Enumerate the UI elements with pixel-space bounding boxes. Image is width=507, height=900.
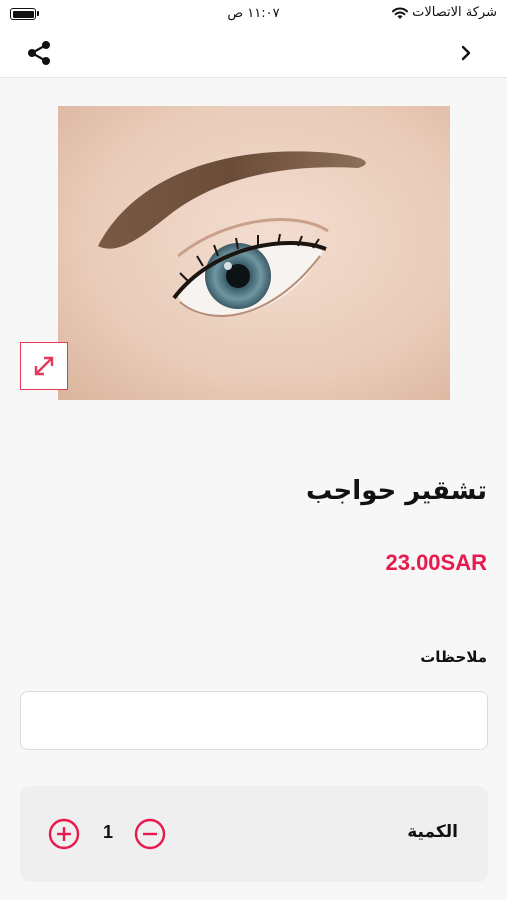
carrier-name: شركة الاتصالات	[412, 5, 497, 20]
share-icon[interactable]	[26, 39, 54, 67]
notes-input[interactable]	[20, 691, 488, 750]
notes-label: ملاحظات	[420, 648, 487, 666]
plus-circle-icon[interactable]	[48, 818, 80, 850]
product-title: تشقير حواجب	[306, 476, 487, 506]
minus-circle-icon[interactable]	[134, 818, 166, 850]
nav-bar	[0, 28, 507, 78]
product-price: 23.00SAR	[385, 550, 487, 575]
wifi-icon	[392, 7, 408, 19]
expand-image-button[interactable]	[20, 342, 68, 390]
eye-eyebrow-photo	[58, 106, 450, 400]
quantity-panel: الكمية 1	[20, 786, 488, 882]
quantity-value: 1	[102, 822, 113, 842]
expand-arrows-icon	[34, 356, 54, 376]
quantity-label: الكمية	[407, 822, 458, 842]
chevron-right-icon[interactable]	[459, 42, 473, 64]
status-bar: ١١:٠٧ ص شركة الاتصالات	[0, 0, 507, 28]
product-image[interactable]	[58, 106, 450, 400]
